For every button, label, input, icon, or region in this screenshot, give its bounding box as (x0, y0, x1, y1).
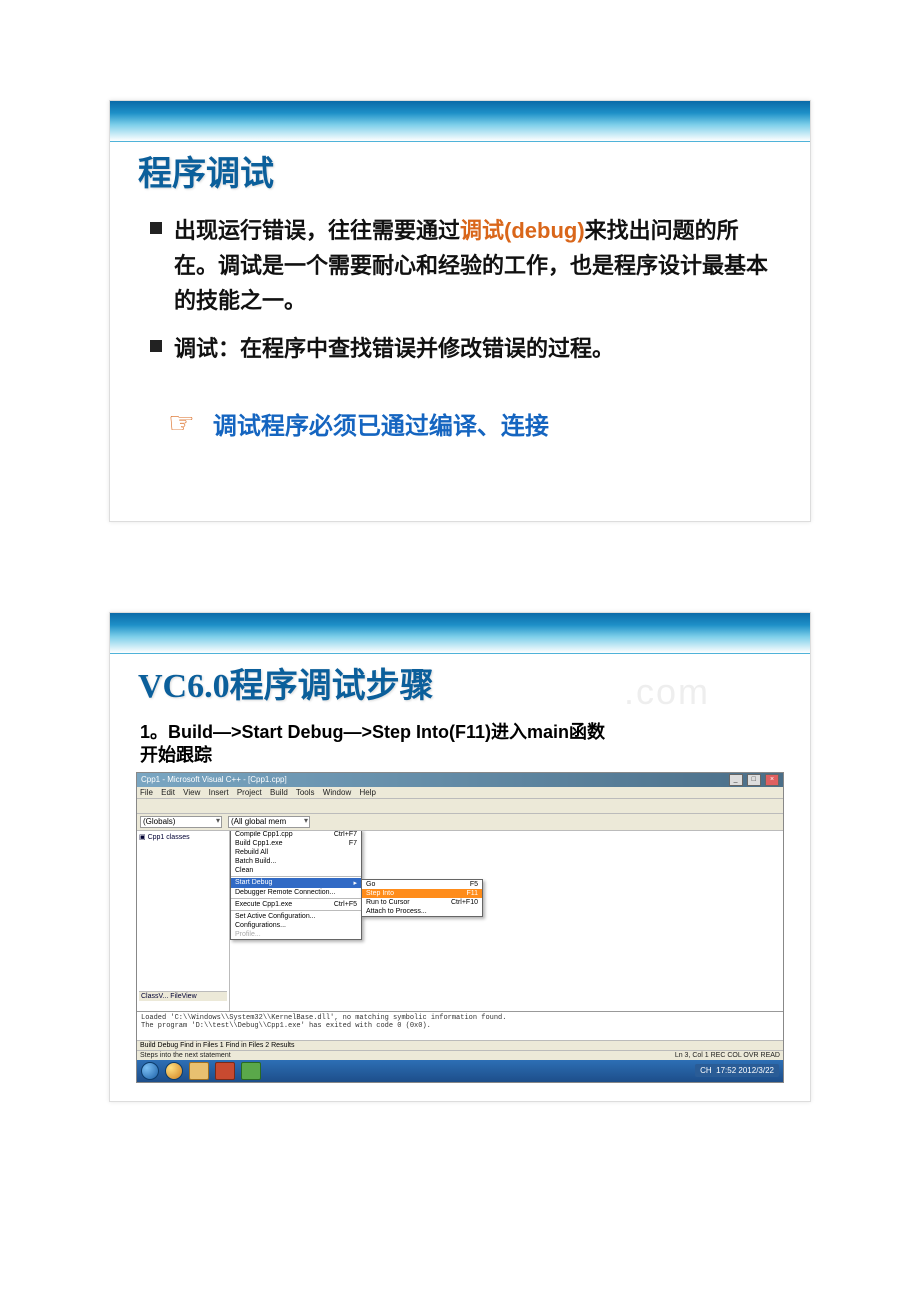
vc6-window-title: Cpp1 - Microsoft Visual C++ - [Cpp1.cpp] (141, 775, 287, 784)
slide2-title: VC6.0程序调试步骤 (138, 658, 810, 707)
menu-clean[interactable]: Clean (231, 866, 361, 875)
slide2-title-prefix: VC6.0 (138, 668, 230, 705)
start-button[interactable] (141, 1062, 159, 1080)
slide1-title: 程序调试 (138, 146, 810, 195)
menu-debugger-remote[interactable]: Debugger Remote Connection... (231, 888, 361, 897)
bullet-item-1: 出现运行错误，往往需要通过调试(debug)来找出问题的所在。调试是一个需要耐心… (150, 213, 770, 319)
menu-window[interactable]: Window (323, 788, 351, 797)
taskbar-app-explorer[interactable] (165, 1062, 183, 1080)
bullet-square-icon (150, 222, 162, 234)
pointing-hand-icon: ☞ (168, 406, 195, 441)
menu-file[interactable]: File (140, 788, 153, 797)
status-right: Ln 3, Col 1 REC COL OVR READ (675, 1052, 780, 1059)
taskbar-app-other[interactable] (241, 1062, 261, 1080)
vc6-titlebar: Cpp1 - Microsoft Visual C++ - [Cpp1.cpp]… (137, 773, 783, 787)
tree-root[interactable]: ▣ Cpp1 classes (139, 833, 227, 841)
menu-build[interactable]: Build (270, 788, 288, 797)
ime-indicator[interactable]: CH (700, 1066, 712, 1075)
step1-line1: 1。Build—>Start Debug—>Step Into(F11)进入ma… (140, 722, 605, 742)
bullet1-highlight: 调试(debug) (460, 218, 585, 243)
bullet-text-2: 调试：在程序中查找错误并修改错误的过程。 (174, 331, 614, 366)
start-debug-submenu: GoF5 Step IntoF11 Run to CursorCtrl+F10 … (361, 879, 483, 917)
code-editor-area: #include void { } int r { } re } Compile… (230, 831, 783, 1011)
slide-program-debug: 程序调试 出现运行错误，往往需要通过调试(debug)来找出问题的所在。调试是一… (109, 100, 811, 522)
submenu-attach-process[interactable]: Attach to Process... (362, 907, 482, 916)
windows-taskbar: CH 17:52 2012/3/22 (137, 1060, 783, 1082)
tray-clock: 17:52 2012/3/22 (716, 1066, 774, 1075)
status-left: Steps into the next statement (140, 1052, 231, 1059)
step1-line2: 开始跟踪 (140, 745, 212, 765)
menu-build-exe[interactable]: Build Cpp1.exeF7 (231, 839, 361, 848)
vc6-combo-row: (Globals) (All global mem (137, 814, 783, 831)
output-line-2: The program 'D:\\test\\Debug\\Cpp1.exe' … (141, 1022, 431, 1030)
taskbar-app-folder[interactable] (189, 1062, 209, 1080)
menu-project[interactable]: Project (237, 788, 262, 797)
bullet-square-icon (150, 340, 162, 352)
vc6-toolbar (137, 799, 783, 814)
vc6-window: Cpp1 - Microsoft Visual C++ - [Cpp1.cpp]… (136, 772, 784, 1083)
slide-vc6-debug-steps: VC6.0程序调试步骤 .com 1。Build—>Start Debug—>S… (109, 612, 811, 1102)
members-combo[interactable]: (All global mem (228, 816, 310, 828)
slide2-title-body: 程序调试步骤 (230, 668, 434, 705)
menu-view[interactable]: View (183, 788, 200, 797)
vc6-menubar: File Edit View Insert Project Build Tool… (137, 787, 783, 799)
bullet1-part-a: 出现运行错误，往往需要通过 (174, 218, 460, 243)
slide-header-decoration (110, 101, 810, 142)
menu-set-active-config[interactable]: Set Active Configuration... (231, 912, 361, 921)
menu-insert[interactable]: Insert (209, 788, 229, 797)
bullet-item-2: 调试：在程序中查找错误并修改错误的过程。 (150, 331, 770, 366)
close-button[interactable]: × (765, 774, 779, 786)
submenu-step-into[interactable]: Step IntoF11 (362, 889, 482, 898)
menu-profile: Profile... (231, 930, 361, 939)
scope-combo[interactable]: (Globals) (140, 816, 222, 828)
window-control-buttons: _ □ × (727, 774, 779, 786)
menu-configurations[interactable]: Configurations... (231, 921, 361, 930)
menu-start-debug[interactable]: Start Debug▸ (231, 878, 361, 888)
menu-batch-build[interactable]: Batch Build... (231, 857, 361, 866)
step1-text: 1。Build—>Start Debug—>Step Into(F11)进入ma… (140, 721, 810, 768)
tree-root-label: Cpp1 classes (148, 834, 190, 841)
menu-rebuild-all[interactable]: Rebuild All (231, 848, 361, 857)
status-bar: Steps into the next statement Ln 3, Col … (137, 1050, 783, 1060)
maximize-button[interactable]: □ (747, 774, 761, 786)
submenu-run-to-cursor[interactable]: Run to CursorCtrl+F10 (362, 898, 482, 907)
system-tray[interactable]: CH 17:52 2012/3/22 (695, 1064, 779, 1077)
slide-header-decoration (110, 613, 810, 654)
output-line-1: Loaded 'C:\\Windows\\System32\\KernelBas… (141, 1014, 506, 1022)
submenu-go[interactable]: GoF5 (362, 880, 482, 889)
menu-edit[interactable]: Edit (161, 788, 175, 797)
class-view-panel: ▣ Cpp1 classes ClassV... FileView (137, 831, 230, 1011)
bullet-text-1: 出现运行错误，往往需要通过调试(debug)来找出问题的所在。调试是一个需要耐心… (174, 213, 770, 319)
note-text: 调试程序必须已通过编译、连接 (213, 406, 549, 441)
minimize-button[interactable]: _ (729, 774, 743, 786)
taskbar-app-vc6[interactable] (215, 1062, 235, 1080)
menu-execute[interactable]: Execute Cpp1.exeCtrl+F5 (231, 900, 361, 909)
menu-compile[interactable]: Compile Cpp1.cppCtrl+F7 (231, 831, 361, 839)
output-panel: Loaded 'C:\\Windows\\System32\\KernelBas… (137, 1011, 783, 1040)
build-menu-dropdown: Compile Cpp1.cppCtrl+F7 Build Cpp1.exeF7… (230, 831, 362, 940)
output-tabs[interactable]: Build Debug Find in Files 1 Find in File… (137, 1040, 783, 1050)
menu-help[interactable]: Help (359, 788, 375, 797)
menu-tools[interactable]: Tools (296, 788, 315, 797)
note-callout: ☞ 调试程序必须已通过编译、连接 (160, 406, 760, 441)
left-panel-tabs[interactable]: ClassV... FileView (139, 991, 227, 1001)
